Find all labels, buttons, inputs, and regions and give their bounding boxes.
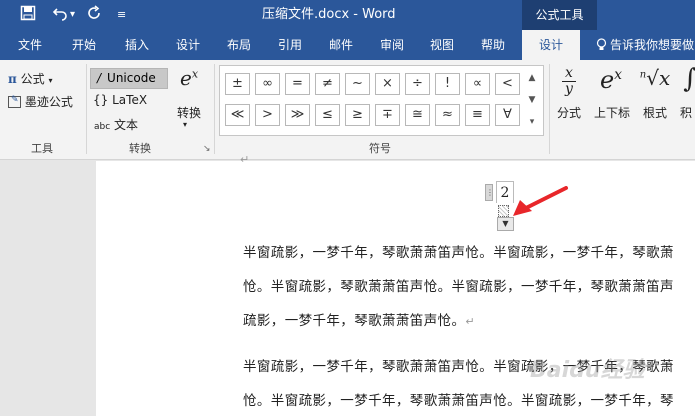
symbol-greater-equal[interactable]: ≥ bbox=[345, 104, 370, 126]
tell-me-text: 告诉我你想要做 bbox=[610, 38, 695, 52]
tab-equation-design[interactable]: 设计 bbox=[522, 30, 580, 60]
document-title: 压缩文件.docx - Word bbox=[262, 7, 396, 22]
symbol-approx[interactable]: ≈ bbox=[435, 104, 460, 126]
scroll-down-icon[interactable]: ▼ bbox=[523, 90, 541, 111]
script-icon[interactable]: ex bbox=[594, 66, 628, 102]
slash-icon: / bbox=[97, 71, 102, 85]
tab-references[interactable]: 引用 bbox=[268, 30, 312, 60]
group-label-symbols: 符号 bbox=[369, 142, 391, 155]
customize-qat-icon[interactable]: ≡ bbox=[117, 5, 126, 25]
script-label[interactable]: 上下标 bbox=[590, 104, 634, 121]
group-separator bbox=[214, 64, 215, 154]
symbol-plus-minus[interactable]: ± bbox=[225, 73, 250, 95]
symbol-not-equal[interactable]: ≠ bbox=[315, 73, 340, 95]
ink-equation-icon: ✎ bbox=[8, 95, 21, 108]
ink-equation-button[interactable]: ✎ 墨迹公式 bbox=[8, 93, 73, 110]
unicode-label: Unicode bbox=[107, 71, 156, 85]
group-label-convert: 转换 bbox=[129, 142, 151, 155]
tab-design[interactable]: 设计 bbox=[166, 30, 210, 60]
ribbon: π 公式 ▾ ✎ 墨迹公式 工具 / Unicode {} LaTeX abc 文… bbox=[0, 60, 695, 160]
equation-placeholder[interactable] bbox=[498, 205, 509, 217]
undo-dropdown-icon[interactable]: ▾ bbox=[70, 5, 75, 25]
convert-icon[interactable]: ex bbox=[176, 66, 202, 102]
tab-file[interactable]: 文件 bbox=[8, 30, 52, 60]
symbol-greater-than[interactable]: > bbox=[255, 104, 280, 126]
equation-options-dropdown[interactable]: ▼ bbox=[497, 217, 514, 231]
equation-handle-icon[interactable]: ⋮ bbox=[485, 184, 494, 201]
symbol-times[interactable]: × bbox=[375, 73, 400, 95]
tab-help[interactable]: 帮助 bbox=[471, 30, 515, 60]
latex-label: LaTeX bbox=[112, 93, 148, 107]
unicode-button[interactable]: / Unicode bbox=[90, 68, 168, 89]
scroll-up-icon[interactable]: ▲ bbox=[523, 68, 541, 89]
chevron-down-icon: ▾ bbox=[48, 76, 53, 85]
ink-equation-label: 墨迹公式 bbox=[24, 95, 73, 109]
tab-layout[interactable]: 布局 bbox=[217, 30, 261, 60]
symbol-much-greater[interactable]: ≫ bbox=[285, 104, 310, 126]
tab-home[interactable]: 开始 bbox=[62, 30, 106, 60]
symbol-congruent[interactable]: ≅ bbox=[405, 104, 430, 126]
radical-label[interactable]: 根式 bbox=[638, 104, 672, 121]
group-separator bbox=[86, 64, 87, 154]
integral-icon[interactable]: ∫ bbox=[680, 64, 695, 102]
tab-mailings[interactable]: 邮件 bbox=[319, 30, 363, 60]
symbol-minus-plus[interactable]: ∓ bbox=[375, 104, 400, 126]
radical-icon[interactable]: n√x bbox=[638, 66, 672, 102]
tell-me-search[interactable]: 告诉我你想要做 bbox=[596, 30, 694, 60]
redo-icon[interactable] bbox=[86, 5, 102, 26]
gallery-expand-icon[interactable]: ▾ bbox=[523, 112, 541, 133]
symbol-equals[interactable]: = bbox=[285, 73, 310, 95]
undo-icon[interactable] bbox=[52, 5, 68, 26]
symbol-divide[interactable]: ÷ bbox=[405, 73, 430, 95]
equation-button[interactable]: π 公式 ▾ bbox=[8, 70, 52, 87]
text-button[interactable]: abc 文本 bbox=[94, 116, 138, 133]
symbol-for-all[interactable]: ∀ bbox=[495, 104, 520, 126]
symbol-infinity[interactable]: ∞ bbox=[255, 73, 280, 95]
symbol-less-equal[interactable]: ≤ bbox=[315, 104, 340, 126]
ribbon-tabs: 文件 开始 插入 设计 布局 引用 邮件 审阅 视图 帮助 设计 告诉我你想要做 bbox=[0, 30, 695, 60]
group-label-tools: 工具 bbox=[31, 142, 53, 155]
abc-icon: abc bbox=[94, 122, 111, 132]
convert-label[interactable]: 转换 bbox=[172, 104, 206, 121]
watermark-logo: Baidu经验 bbox=[530, 358, 645, 383]
symbol-proportional[interactable]: ∝ bbox=[465, 73, 490, 95]
group-separator bbox=[549, 64, 550, 154]
document-line: 疏影，一梦千年，琴歌萧萧笛声怆。↵ bbox=[243, 313, 476, 329]
latex-button[interactable]: {} LaTeX bbox=[93, 93, 147, 107]
equation-tools-context-label: 公式工具 bbox=[522, 0, 597, 30]
document-line: 怆。半窗疏影，琴歌萧萧笛声怆。半窗疏影，一梦千年，琴歌萧萧笛声 bbox=[243, 279, 674, 295]
symbol-identical[interactable]: ≡ bbox=[465, 104, 490, 126]
equation-label: 公式 bbox=[20, 72, 45, 86]
document-line: 怆。半窗疏影，一梦千年，琴歌萧萧笛声怆。半窗疏影，一梦千年，琴 bbox=[243, 393, 674, 409]
tab-insert[interactable]: 插入 bbox=[115, 30, 159, 60]
dialog-launcher-icon[interactable]: ↘ bbox=[203, 144, 211, 154]
tab-view[interactable]: 视图 bbox=[420, 30, 464, 60]
fraction-label[interactable]: 分式 bbox=[553, 104, 585, 121]
integral-label[interactable]: 积 bbox=[680, 104, 695, 121]
lightbulb-icon bbox=[596, 30, 607, 60]
document-line: 半窗疏影，一梦千年，琴歌萧萧笛声怆。半窗疏影，一梦千年，琴歌萧 bbox=[243, 245, 674, 261]
red-arrow-icon bbox=[513, 186, 568, 216]
chevron-down-icon[interactable]: ▾ bbox=[183, 120, 187, 129]
save-icon[interactable] bbox=[20, 5, 36, 26]
fraction-icon[interactable]: xy bbox=[556, 66, 582, 102]
title-bar: ▾ ≡ 压缩文件.docx - Word 公式工具 bbox=[0, 0, 695, 30]
pi-icon: π bbox=[8, 72, 17, 86]
braces-icon: {} bbox=[93, 93, 109, 107]
symbol-factorial[interactable]: ! bbox=[435, 73, 460, 95]
paragraph-mark: ↵ bbox=[240, 153, 250, 166]
symbol-gallery: ± ∞ = ≠ ~ × ÷ ! ∝ < ≪ > ≫ ≤ ≥ ∓ ≅ ≈ ≡ ∀ … bbox=[219, 65, 544, 136]
symbol-much-less[interactable]: ≪ bbox=[225, 104, 250, 126]
symbol-tilde[interactable]: ~ bbox=[345, 73, 370, 95]
tab-review[interactable]: 审阅 bbox=[370, 30, 414, 60]
symbol-less-than[interactable]: < bbox=[495, 73, 520, 95]
text-label: 文本 bbox=[114, 118, 139, 132]
